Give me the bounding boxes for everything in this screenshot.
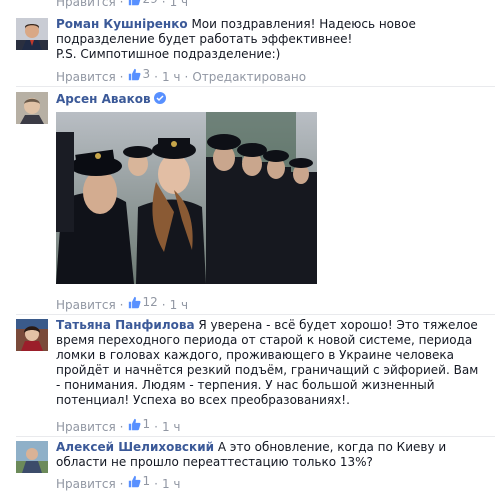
like-link[interactable]: Нравится [56,420,116,434]
like-count[interactable]: 1 [128,417,150,432]
thumbs-up-icon [128,418,140,431]
comment-actions: Нравится · 1 · 1 ч [56,417,181,434]
comment-body: Татьяна Панфилова Я уверена - всё будет … [56,318,485,408]
author-name[interactable]: Татьяна Панфилова [56,318,195,332]
comment-body: Роман Кушніренко Мои поздравления! Надею… [56,17,485,62]
timestamp[interactable]: 1 ч [170,298,189,312]
thumbs-up-icon [128,0,140,6]
verified-badge-icon [153,92,166,104]
comment-body: Арсен Аваков [56,92,485,107]
thumbs-up-icon [128,475,140,488]
thumbs-up-icon [128,68,140,81]
comment-text-ps: P.S. Симпотишное подразделение:) [56,47,281,61]
comment-body: Алексей Шелиховский А это обновление, ко… [56,440,485,470]
divider [16,86,495,87]
avatar[interactable] [16,18,48,50]
comment-actions: Нравится · 12 · 1 ч [56,295,189,312]
like-link[interactable]: Нравится [56,298,116,312]
author-name[interactable]: Арсен Аваков [56,92,151,106]
author-name[interactable]: Роман Кушніренко [56,17,188,31]
comment-actions: Нравится · 1 · 1 ч [56,474,181,491]
author-name[interactable]: Алексей Шелиховский [56,440,214,454]
like-count[interactable]: 1 [128,474,150,489]
like-link[interactable]: Нравится [56,0,116,9]
like-link[interactable]: Нравится [56,70,116,84]
timestamp[interactable]: 1 ч [162,70,181,84]
timestamp[interactable]: 1 ч [170,0,189,9]
timestamp[interactable]: 1 ч [162,420,181,434]
divider [16,436,495,437]
like-count[interactable]: 29 [128,0,158,7]
post-photo[interactable] [56,112,317,284]
like-count[interactable]: 12 [128,295,158,310]
divider [16,314,495,315]
avatar[interactable] [16,319,48,351]
avatar[interactable] [16,92,48,124]
avatar[interactable] [16,441,48,473]
prev-comment-actions: Нравится·29·1 ч [56,0,189,9]
comment-actions: Нравится · 3 · 1 ч · Отредактировано [56,67,307,84]
edited-label[interactable]: Отредактировано [192,70,306,84]
thumbs-up-icon [128,296,140,309]
like-count[interactable]: 3 [128,67,150,82]
